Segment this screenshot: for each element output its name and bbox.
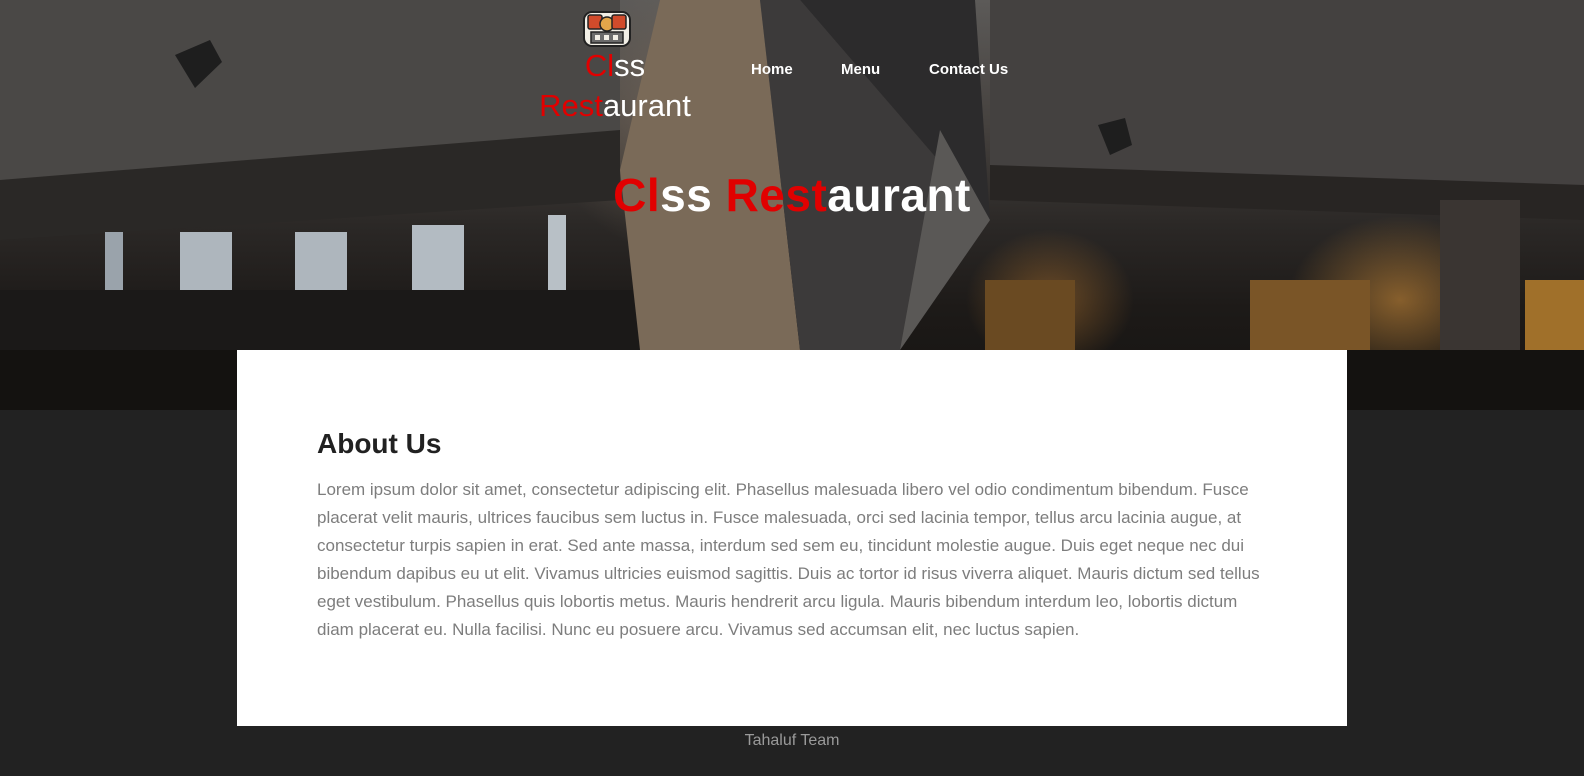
hero-title-accent: Cl bbox=[613, 169, 661, 221]
brand-text: ss bbox=[614, 48, 646, 83]
about-card: About Us Lorem ipsum dolor sit amet, con… bbox=[237, 350, 1347, 726]
brand-accent-text: Rest bbox=[539, 88, 603, 123]
nav-menu-link[interactable]: Menu bbox=[841, 61, 880, 78]
about-body-text: Lorem ipsum dolor sit amet, consectetur … bbox=[317, 480, 1260, 639]
hero-banner: Clss Restaurant Home Menu Contact Us Cls… bbox=[0, 0, 1584, 410]
hero-title: Clss Restaurant bbox=[0, 168, 1584, 222]
nav-contact-link[interactable]: Contact Us bbox=[929, 61, 1008, 78]
restaurant-logo-icon[interactable] bbox=[583, 10, 631, 48]
footer-text: Tahaluf Team bbox=[744, 732, 840, 749]
brand-name[interactable]: Clss Restaurant bbox=[535, 46, 695, 126]
brand-text: aurant bbox=[602, 88, 691, 123]
hero-title-text: ss bbox=[660, 169, 726, 221]
nav-home-link[interactable]: Home bbox=[751, 61, 793, 78]
hero-title-accent: Rest bbox=[725, 169, 828, 221]
about-heading: About Us bbox=[317, 428, 442, 459]
hero-title-text: aurant bbox=[827, 169, 971, 221]
brand-accent-text: Cl bbox=[584, 48, 615, 83]
